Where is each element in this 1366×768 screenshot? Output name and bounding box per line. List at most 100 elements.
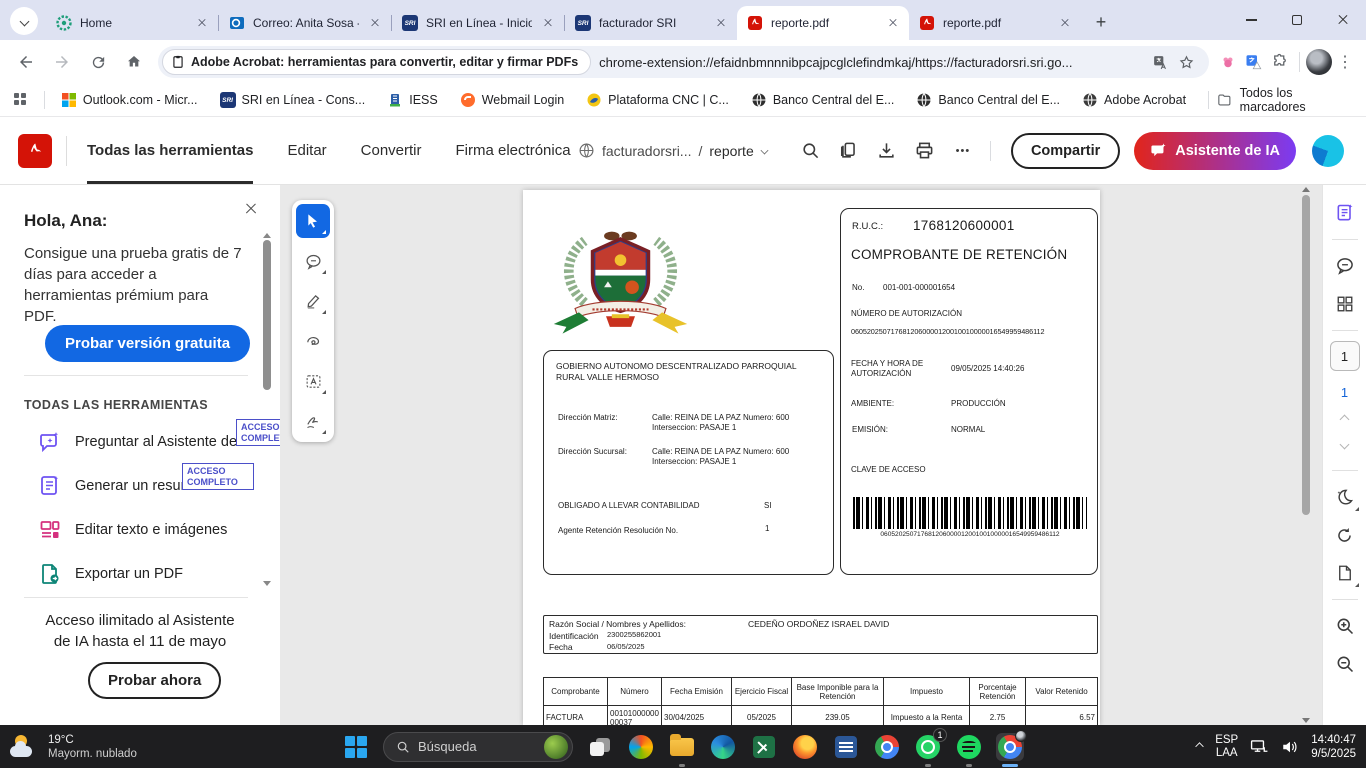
- try-now-button[interactable]: Probar ahora: [88, 662, 221, 699]
- tab-sri-en-linea[interactable]: SRI SRI en Línea - Inicio: [392, 6, 564, 40]
- apps-grid-button[interactable]: [14, 93, 28, 107]
- browser-profile-avatar[interactable]: [1306, 49, 1332, 75]
- bookmark-sri[interactable]: SRI SRI en Línea - Cons...: [220, 92, 366, 108]
- home-button[interactable]: [118, 46, 150, 78]
- bookmark-outlook[interactable]: Outlook.com - Micr...: [61, 92, 198, 108]
- pages-icon[interactable]: [832, 134, 866, 168]
- rotate-page-icon[interactable]: [1329, 519, 1361, 551]
- word-button[interactable]: [832, 733, 860, 761]
- menu-convertir[interactable]: Convertir: [361, 117, 422, 184]
- extension-chip[interactable]: Adobe Acrobat: herramientas para convert…: [162, 49, 591, 75]
- more-options-icon[interactable]: •••: [946, 134, 980, 168]
- excel-button[interactable]: [750, 733, 778, 761]
- extensions-puzzle-icon[interactable]: [1267, 49, 1293, 75]
- document-breadcrumb[interactable]: facturadorsri... / reporte: [578, 142, 768, 159]
- comment-tool-button[interactable]: [296, 244, 330, 278]
- tab-reporte-2[interactable]: reporte.pdf: [909, 6, 1081, 40]
- taskbar-search[interactable]: Búsqueda: [383, 732, 573, 762]
- menu-editar[interactable]: Editar: [287, 117, 326, 184]
- bookmark-acrobat[interactable]: Adobe Acrobat: [1082, 92, 1186, 108]
- ai-assistant-button[interactable]: Asistente de IA: [1134, 132, 1296, 170]
- acrobat-profile-avatar[interactable]: [1312, 135, 1344, 167]
- current-page-input[interactable]: 1: [1330, 341, 1360, 371]
- tool-edit-text-images[interactable]: Editar texto e imágenes: [38, 515, 227, 545]
- next-page-icon[interactable]: [1340, 440, 1350, 450]
- chrome-button[interactable]: [873, 733, 901, 761]
- menu-firma-electronica[interactable]: Firma electrónica: [456, 117, 571, 184]
- taskbar-weather-widget[interactable]: 19°C Mayorm. nublado: [10, 733, 137, 761]
- select-tool-button[interactable]: [296, 204, 330, 238]
- all-bookmarks[interactable]: Todos los marcadores: [1208, 86, 1352, 114]
- tab-close-icon[interactable]: [713, 15, 729, 31]
- tab-close-icon[interactable]: [885, 15, 901, 31]
- browser-menu-icon[interactable]: ⋮: [1332, 49, 1358, 75]
- ai-summary-icon[interactable]: [1329, 197, 1361, 229]
- try-free-button[interactable]: Probar versión gratuita: [45, 325, 250, 362]
- tab-close-icon[interactable]: [367, 15, 383, 31]
- task-view-button[interactable]: [586, 733, 614, 761]
- lasso-tool-button[interactable]: [296, 324, 330, 358]
- panel-scrollbar[interactable]: [263, 240, 271, 390]
- document-scrollbar[interactable]: [1301, 187, 1311, 723]
- bookmark-star-icon[interactable]: [1173, 49, 1199, 75]
- acrobat-logo[interactable]: [18, 134, 52, 168]
- comments-icon[interactable]: [1329, 250, 1361, 282]
- tab-close-icon[interactable]: [540, 15, 556, 31]
- scroll-up-icon[interactable]: [1302, 187, 1310, 192]
- zoom-in-icon[interactable]: [1329, 610, 1361, 642]
- edge-button[interactable]: [709, 733, 737, 761]
- pdf-page[interactable]: GOBIERNO AUTONOMO DESCENTRALIZADO PARROQ…: [523, 190, 1100, 725]
- panel-scroll-up-icon[interactable]: [263, 233, 271, 238]
- print-icon[interactable]: [908, 134, 942, 168]
- tray-expand-icon[interactable]: [1196, 742, 1204, 750]
- tab-correo[interactable]: Correo: Anita Sosa - O: [219, 6, 391, 40]
- volume-icon[interactable]: [1281, 739, 1299, 755]
- spotify-button[interactable]: [955, 733, 983, 761]
- url-text[interactable]: chrome-extension://efaidnbmnnnibpcajpcgl…: [599, 55, 1147, 70]
- omnibox[interactable]: Adobe Acrobat: herramientas para convert…: [158, 46, 1209, 78]
- thumbnails-grid-icon[interactable]: [1329, 288, 1361, 320]
- window-maximize-button[interactable]: [1274, 0, 1320, 40]
- share-button[interactable]: Compartir: [1011, 133, 1120, 169]
- google-translate-icon[interactable]: [1241, 49, 1267, 75]
- tab-search-button[interactable]: [10, 7, 38, 35]
- file-explorer-button[interactable]: [668, 733, 696, 761]
- scroll-down-icon[interactable]: [1302, 718, 1310, 723]
- bookmark-cnc[interactable]: Plataforma CNC | C...: [586, 92, 729, 108]
- panel-scroll-down-icon[interactable]: [263, 581, 271, 586]
- scrollbar-thumb[interactable]: [1302, 195, 1310, 515]
- firefox-button[interactable]: [791, 733, 819, 761]
- text-select-tool-button[interactable]: [296, 364, 330, 398]
- download-icon[interactable]: [870, 134, 904, 168]
- translate-page-icon[interactable]: [1147, 49, 1173, 75]
- back-button[interactable]: [10, 46, 42, 78]
- menu-todas-las-herramientas[interactable]: Todas las herramientas: [87, 117, 253, 184]
- tab-facturador[interactable]: SRI facturador SRI: [565, 6, 737, 40]
- start-button[interactable]: [342, 733, 370, 761]
- highlight-tool-button[interactable]: [296, 284, 330, 318]
- tool-ask-ai[interactable]: Preguntar al Asistente de IA: [38, 427, 255, 457]
- previous-page-icon[interactable]: [1340, 415, 1350, 425]
- whatsapp-button[interactable]: 1: [914, 733, 942, 761]
- chrome-active-button[interactable]: [996, 733, 1024, 761]
- sign-tool-button[interactable]: [296, 404, 330, 438]
- tab-close-icon[interactable]: [1057, 15, 1073, 31]
- forward-button[interactable]: [46, 46, 78, 78]
- zoom-out-icon[interactable]: [1329, 648, 1361, 680]
- new-tab-button[interactable]: +: [1087, 8, 1115, 36]
- night-mode-icon[interactable]: [1329, 481, 1361, 513]
- search-icon[interactable]: [794, 134, 828, 168]
- tool-export-pdf[interactable]: Exportar un PDF: [38, 559, 183, 589]
- network-icon[interactable]: [1250, 738, 1269, 755]
- page-view-icon[interactable]: [1329, 557, 1361, 589]
- reload-button[interactable]: [82, 46, 114, 78]
- copilot-button[interactable]: [627, 733, 655, 761]
- language-indicator[interactable]: ESP LAA: [1215, 734, 1238, 760]
- bookmark-webmail[interactable]: Webmail Login: [460, 92, 564, 108]
- panel-close-button[interactable]: [246, 201, 256, 219]
- bookmark-bce-2[interactable]: Banco Central del E...: [916, 92, 1060, 108]
- bookmark-iess[interactable]: IESS: [387, 92, 438, 108]
- tab-home[interactable]: Home: [46, 6, 218, 40]
- taskbar-clock[interactable]: 14:40:47 9/5/2025: [1311, 733, 1356, 761]
- window-close-button[interactable]: [1320, 0, 1366, 40]
